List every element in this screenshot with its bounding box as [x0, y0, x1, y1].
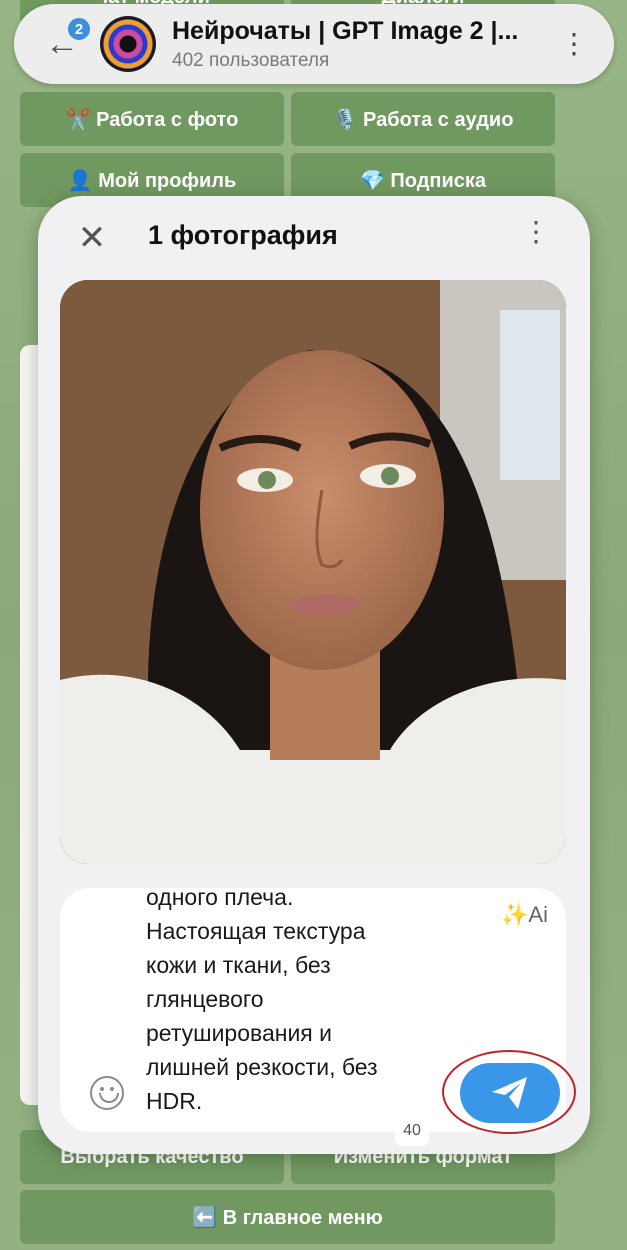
keyboard-photo-button[interactable]: ✂️ Работа с фото	[20, 92, 284, 146]
dialog-title: 1 фотография	[148, 220, 338, 250]
photo-preview[interactable]	[60, 280, 566, 864]
keyboard-button-label: 🎙️ Работа с аудио	[332, 108, 514, 131]
caption-text[interactable]: одного плеча. Настоящая текстура кожи и …	[146, 888, 446, 1118]
unread-badge: 2	[66, 16, 92, 42]
chat-members-count: 402 пользователя	[172, 49, 330, 71]
keyboard-main-menu-button[interactable]: ⬅️ В главное меню	[20, 1190, 555, 1244]
keyboard-button-label: ⬅️ В главное меню	[192, 1206, 383, 1229]
photo-counter: 40	[395, 1116, 429, 1146]
keyboard-button-label: 👤 Мой профиль	[67, 169, 237, 192]
keyboard-audio-button[interactable]: 🎙️ Работа с аудио	[291, 92, 555, 146]
back-button[interactable]: ← 2	[34, 16, 92, 72]
emoji-icon[interactable]	[90, 1076, 124, 1110]
ai-sparkle-icon[interactable]: ✨Ai	[501, 902, 548, 928]
send-photo-dialog: ✕ 1 фотография ⋮ одного плеча. Настоящая…	[38, 196, 590, 1154]
chat-header: ← 2 Нейрочаты | GPT Image 2 |... 402 пол…	[14, 4, 614, 84]
keyboard-button-label: ✂️ Работа с фото	[65, 108, 239, 131]
chat-title-block[interactable]: Нейрочаты | GPT Image 2 |... 402 пользов…	[172, 17, 554, 72]
send-icon	[492, 1077, 527, 1109]
more-menu-icon[interactable]: ⋮	[554, 30, 594, 58]
chat-title: Нейрочаты | GPT Image 2 |...	[172, 16, 519, 45]
close-icon[interactable]: ✕	[74, 218, 110, 258]
send-button[interactable]	[460, 1063, 560, 1123]
avatar[interactable]	[100, 16, 156, 72]
keyboard-button-label: 💎 Подписка	[359, 169, 487, 192]
portrait-photo	[60, 280, 566, 864]
more-menu-icon[interactable]: ⋮	[522, 218, 550, 246]
